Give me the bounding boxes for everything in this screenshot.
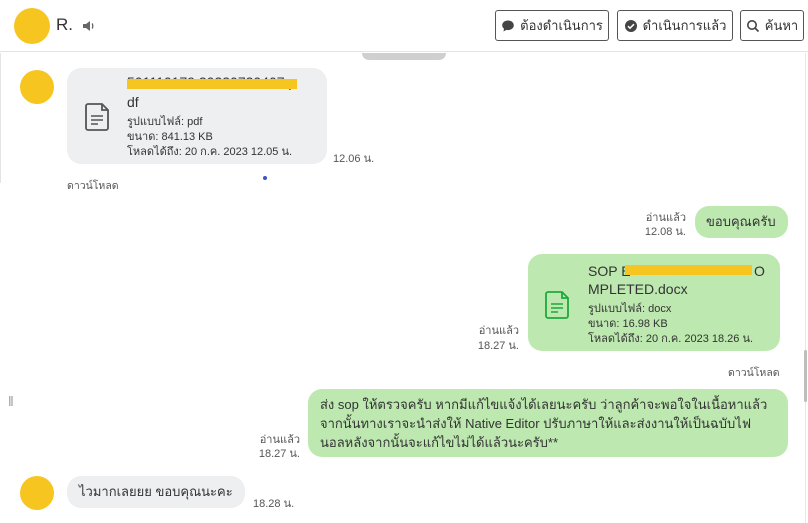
todo-button-label: ต้องดำเนินการ: [520, 18, 603, 33]
file-icon: [545, 291, 569, 319]
contact-name[interactable]: R.: [56, 15, 73, 35]
message-time: 12.06 น.: [333, 153, 375, 165]
download-link[interactable]: ดาวน์โหลด: [728, 364, 780, 381]
file-name-cont: MPLETED.docx: [588, 281, 688, 297]
speaker-icon[interactable]: [82, 19, 96, 33]
file-message-bubble[interactable]: 501110179 20220720407.p df รูปแบบไฟล์: p…: [67, 68, 327, 164]
file-message-bubble[interactable]: SOP E O MPLETED.docx รูปแบบไฟล์: docx ขน…: [528, 254, 780, 351]
download-link[interactable]: ดาวน์โหลด: [67, 177, 119, 194]
read-status: อ่านแล้ว: [645, 212, 686, 224]
search-button[interactable]: ค้นหา: [740, 10, 804, 41]
message-time: 18.27 น.: [477, 340, 519, 352]
sender-avatar[interactable]: [20, 476, 54, 510]
chat-header: R. ต้องดำเนินการ ดำเนินการแล้ว ค้นหา: [0, 0, 808, 52]
redaction: [127, 79, 297, 89]
message-time: 12.08 น.: [644, 226, 686, 238]
file-size: ขนาด: 16.98 KB: [588, 318, 668, 330]
file-expiry: โหลดได้ถึง: 20 ก.ค. 2023 12.05 น.: [127, 146, 293, 158]
text-message-bubble[interactable]: ไวมากเลยยย ขอบคุณนะคะ: [67, 476, 245, 508]
message-text: ไวมากเลยยย ขอบคุณนะคะ: [79, 484, 233, 499]
done-button[interactable]: ดำเนินการแล้ว: [617, 10, 733, 41]
check-circle-icon: [624, 19, 637, 32]
read-status: อ่านแล้ว: [259, 434, 300, 446]
file-name-cont: df: [127, 94, 139, 110]
message-list[interactable]: ‖ 501110179 20220720407.p df รูปแบบไฟล์:…: [0, 53, 808, 523]
file-type: รูปแบบไฟล์: pdf: [127, 116, 203, 128]
search-button-label: ค้นหา: [764, 18, 799, 33]
read-status: อ่านแล้ว: [478, 325, 519, 337]
divider: [0, 53, 1, 183]
done-button-label: ดำเนินการแล้ว: [642, 18, 727, 33]
chat-bubble-icon: [502, 20, 514, 31]
message-text-line-1: ส่ง sop ให้ตรวจครับ หากมีแก้ไขแจ้งได้เลย…: [320, 397, 768, 412]
date-divider: [362, 53, 446, 60]
resize-handle-icon[interactable]: ‖: [8, 393, 14, 409]
contact-avatar[interactable]: [14, 8, 50, 44]
file-icon: [85, 103, 109, 131]
file-size: ขนาด: 841.13 KB: [127, 131, 213, 143]
text-message-bubble[interactable]: ขอบคุณครับ: [695, 206, 788, 238]
message-text-line-3: นอลหลังจากนั้นจะแก้ไขไม่ได้แล้วนะครับ**: [320, 435, 559, 450]
search-icon: [746, 19, 759, 32]
message-text-line-2: จากนั้นทางเราจะนำส่งให้ Native Editor ปร…: [320, 416, 752, 431]
text-message-bubble[interactable]: ส่ง sop ให้ตรวจครับ หากมีแก้ไขแจ้งได้เลย…: [308, 389, 788, 457]
file-name-tail: O: [754, 263, 765, 279]
scrollbar-track[interactable]: [805, 53, 806, 523]
file-type: รูปแบบไฟล์: docx: [588, 303, 672, 315]
file-expiry: โหลดได้ถึง: 20 ก.ค. 2023 18.26 น.: [588, 333, 754, 345]
unread-dot: [263, 176, 267, 180]
message-time: 18.28 น.: [253, 498, 295, 510]
scrollbar-thumb[interactable]: [804, 350, 807, 402]
todo-button[interactable]: ต้องดำเนินการ: [495, 10, 609, 41]
message-text: ขอบคุณครับ: [706, 214, 776, 229]
redaction: [625, 265, 752, 275]
message-time: 18.27 น.: [258, 448, 300, 460]
sender-avatar[interactable]: [20, 70, 54, 104]
